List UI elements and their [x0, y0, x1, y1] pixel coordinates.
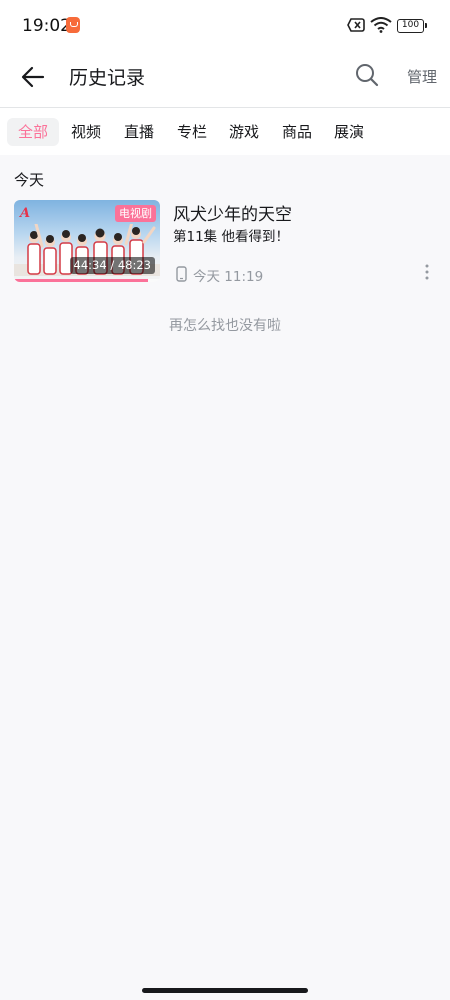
watch-progress-fill [14, 279, 149, 282]
show-logo-icon: A [20, 206, 31, 221]
battery-level: 100 [401, 20, 420, 30]
end-of-list-text: 再怎么找也没有啦 [169, 318, 281, 334]
video-title: 风犬少年的天空 [173, 205, 292, 225]
tab-video[interactable]: 视频 [71, 118, 101, 146]
page-header: 历史记录 管理 [0, 54, 450, 107]
phone-icon [176, 266, 187, 282]
status-bar: 19:02 100 [0, 0, 450, 54]
status-time: 19:02 [22, 16, 71, 36]
manage-button[interactable]: 管理 [407, 66, 437, 87]
watch-progress-bar [14, 279, 160, 282]
section-date-label: 今天 [14, 171, 45, 189]
type-badge: 电视剧 [115, 205, 156, 222]
wifi-icon [370, 17, 392, 33]
category-tabs: 全部 视频 直播 专栏 游戏 商品 展演 [0, 107, 450, 155]
no-sim-icon [347, 18, 365, 32]
page-title: 历史记录 [69, 67, 146, 89]
watch-time: 今天 11:19 [193, 269, 264, 285]
tab-show[interactable]: 展演 [334, 118, 364, 146]
video-thumbnail[interactable]: A 电视剧 44:34 / 48:23 [14, 200, 160, 282]
battery-icon: 100 [397, 19, 427, 33]
search-icon[interactable] [354, 62, 380, 88]
more-options-icon[interactable] [421, 262, 433, 282]
video-subtitle: 第11集 他看得到！ [173, 229, 289, 245]
home-indicator[interactable] [142, 988, 308, 993]
duration-label: 44:34 / 48:23 [69, 257, 155, 274]
tab-live[interactable]: 直播 [124, 118, 154, 146]
back-arrow-icon[interactable] [20, 64, 46, 90]
tab-article[interactable]: 专栏 [177, 118, 207, 146]
tab-all[interactable]: 全部 [7, 118, 59, 146]
tab-game[interactable]: 游戏 [229, 118, 259, 146]
tab-goods[interactable]: 商品 [282, 118, 312, 146]
history-item[interactable]: A 电视剧 44:34 / 48:23 风犬少年的天空 第11集 他看得到！ 今… [0, 196, 450, 288]
app-notification-icon [66, 17, 80, 33]
